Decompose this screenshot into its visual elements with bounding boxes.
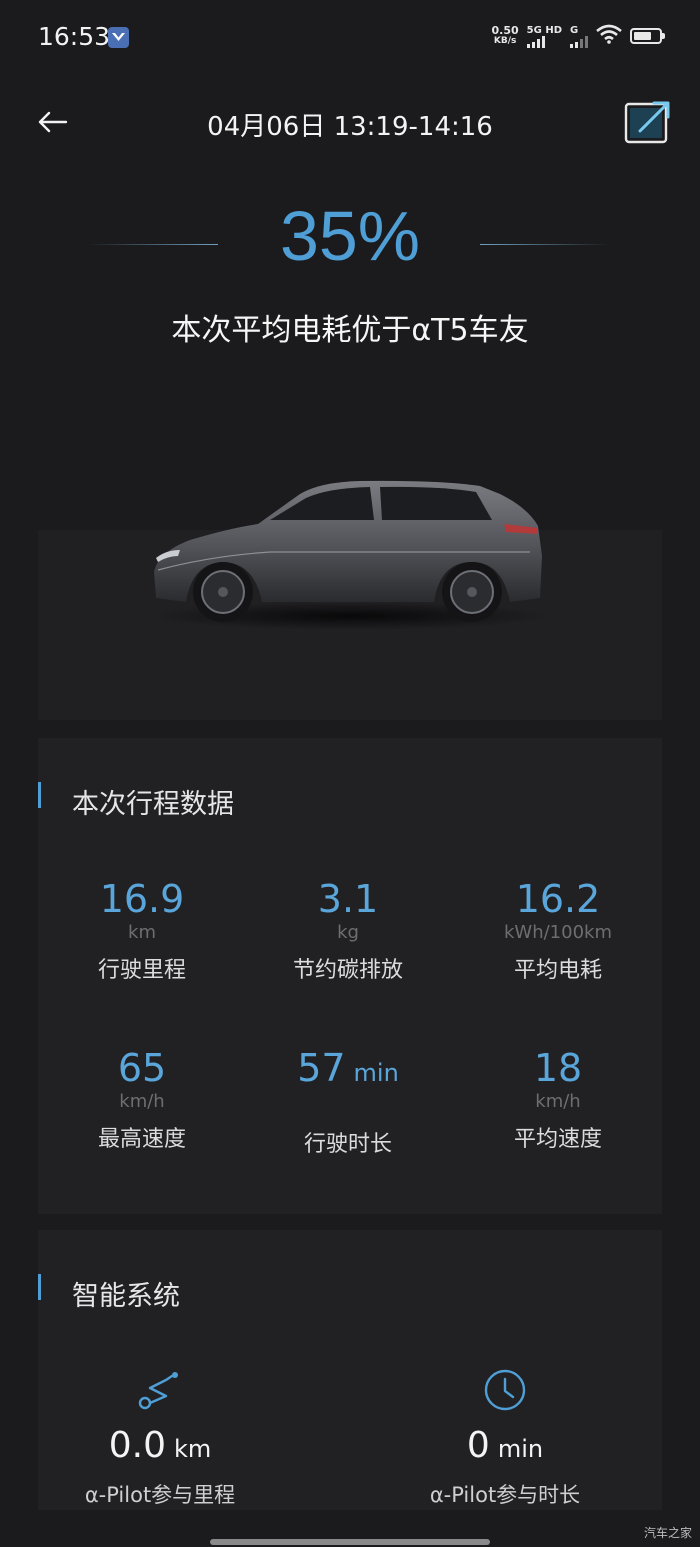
smart-section-title: 智能系统	[72, 1281, 180, 1312]
smart-system-card: 智能系统 0.0 km α-Pilot参与里程 0 min α-Pilot参与时长	[38, 1230, 662, 1510]
stat-label: 最高速度	[97, 1127, 186, 1152]
stat-carbon-saved: 3.1 kg 节约碳排放	[248, 878, 448, 984]
route-icon	[136, 1366, 184, 1414]
network-label: 5G HD	[526, 24, 562, 36]
app-notification-icon	[108, 27, 129, 48]
stat-value-row: 57 min	[248, 1047, 448, 1094]
stat-label: 节约碳排放	[292, 958, 403, 983]
stat-value: 16.9	[99, 877, 185, 921]
watermark: 汽车之家	[643, 1526, 692, 1540]
battery-icon	[630, 28, 665, 44]
network-speed: 0.50 KB/s	[492, 25, 519, 47]
stat-unit: km	[128, 922, 156, 943]
status-time: 16:53	[38, 22, 111, 51]
network2-label: G	[570, 24, 579, 36]
efficiency-percent: 35%	[279, 197, 421, 275]
smart-value: 0	[466, 1425, 490, 1466]
stat-unit	[248, 1096, 448, 1118]
signal-5g: 5G HD	[526, 24, 562, 48]
stat-unit: km/h	[119, 1091, 165, 1112]
stat-inline-unit: min	[353, 1059, 399, 1087]
smart-unit: min	[497, 1435, 544, 1463]
signal-2-icon	[570, 35, 588, 48]
smart-label: α-Pilot参与里程	[84, 1483, 236, 1507]
status-bar: 16:53 0.50 KB/s 5G HD G	[0, 0, 700, 76]
stat-avg-speed: 18 km/h 平均速度	[458, 1047, 658, 1153]
pilot-mileage: 0.0 km α-Pilot参与里程	[30, 1366, 290, 1509]
home-indicator[interactable]	[210, 1539, 490, 1545]
signal-icon	[526, 35, 545, 48]
network-speed-value: 0.50	[491, 24, 519, 37]
share-button[interactable]	[624, 99, 670, 145]
stat-unit: km/h	[535, 1091, 581, 1112]
stat-label: 平均速度	[513, 1127, 602, 1152]
smart-value: 0.0	[108, 1425, 166, 1466]
section-accent-bar	[38, 1274, 41, 1300]
smart-unit: km	[173, 1435, 212, 1463]
pilot-duration: 0 min α-Pilot参与时长	[375, 1366, 635, 1509]
stat-avg-consumption: 16.2 kWh/100km 平均电耗	[458, 878, 658, 984]
smart-value-row: 0.0 km	[30, 1424, 290, 1471]
trip-section-title: 本次行程数据	[72, 789, 234, 820]
efficiency-subtitle: 本次平均电耗优于αT5车友	[171, 313, 529, 348]
page-title: 04月06日 13:19-14:16	[207, 112, 493, 142]
network-speed-unit: KB/s	[493, 36, 517, 46]
signal-g: G	[570, 25, 588, 48]
section-accent-bar	[38, 782, 41, 808]
wifi-icon	[596, 24, 622, 48]
stat-value: 65	[117, 1046, 167, 1090]
stat-value: 16.2	[515, 877, 601, 921]
share-export-icon	[624, 101, 670, 144]
smart-label: α-Pilot参与时长	[429, 1483, 581, 1507]
stat-label: 平均电耗	[513, 958, 602, 983]
stat-value: 18	[533, 1046, 583, 1090]
stat-label: 行驶时长	[303, 1132, 392, 1157]
stat-unit: kg	[337, 922, 359, 943]
stat-unit: kWh/100km	[503, 922, 612, 943]
stat-mileage: 16.9 km 行驶里程	[42, 878, 242, 984]
car-image	[150, 480, 546, 630]
stat-value: 57	[297, 1046, 346, 1090]
clock-icon	[481, 1366, 529, 1414]
stat-value: 3.1	[317, 877, 379, 921]
trip-data-card: 本次行程数据 16.9 km 行驶里程 3.1 kg 节约碳排放 16.2 kW…	[38, 738, 662, 1214]
stat-max-speed: 65 km/h 最高速度	[42, 1047, 242, 1153]
smart-value-row: 0 min	[375, 1424, 635, 1471]
stat-duration: 57 min 行驶时长	[248, 1047, 448, 1158]
stat-label: 行驶里程	[97, 958, 186, 983]
